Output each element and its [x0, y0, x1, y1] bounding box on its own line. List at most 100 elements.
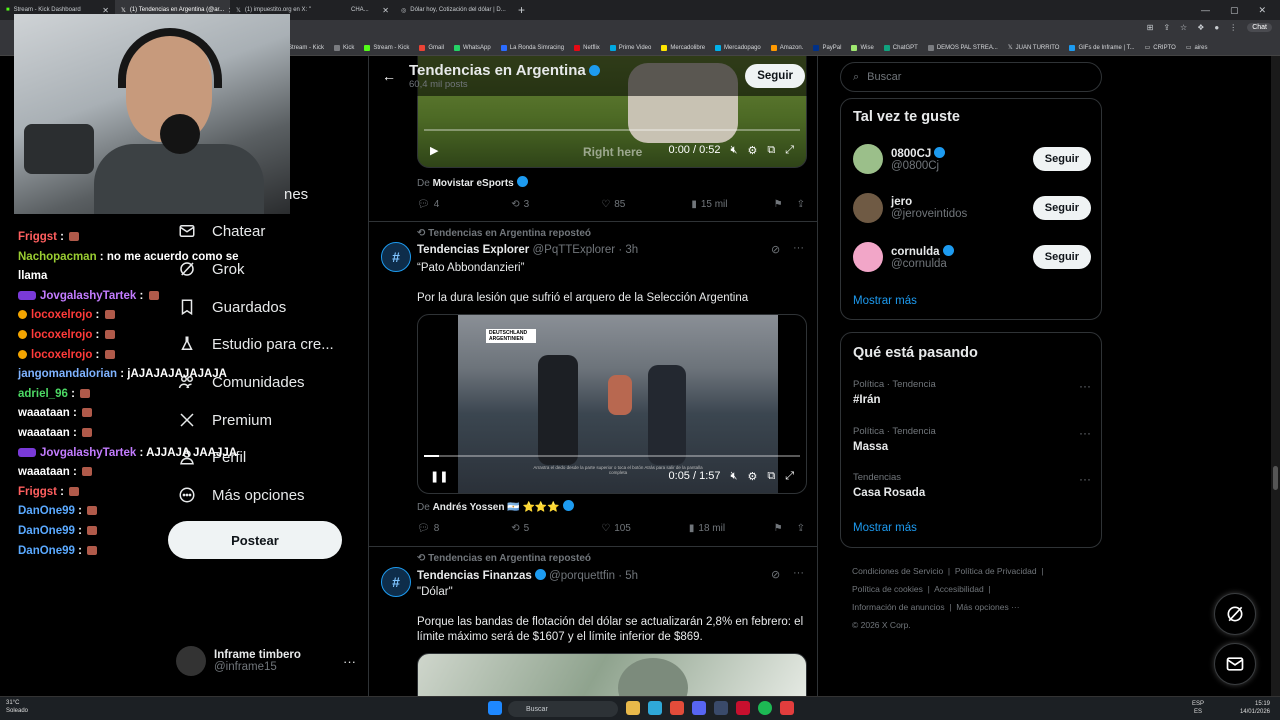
bookmark[interactable]: WhatsApp — [454, 44, 491, 51]
fullscreen-icon[interactable]: ⤢ — [785, 470, 794, 483]
browser-tab[interactable]: CHA... ✕ — [345, 0, 395, 20]
show-more-link[interactable]: Mostrar más — [853, 522, 917, 534]
settings-icon[interactable]: ⚙ — [747, 144, 757, 157]
scrollbar[interactable] — [1271, 56, 1280, 696]
share-icon[interactable]: ⇪ — [1163, 23, 1170, 32]
taskbar-search[interactable]: Buscar — [508, 701, 618, 717]
chat-button[interactable]: Chat — [1247, 23, 1272, 32]
follow-button[interactable]: Seguir — [1032, 147, 1091, 171]
chat-username[interactable]: jangomandalorian — [18, 368, 117, 380]
bookmark-button[interactable]: ⚑ — [774, 199, 783, 210]
author-name[interactable]: Tendencias Explorer — [417, 244, 529, 256]
avatar[interactable]: # — [381, 242, 411, 272]
like-button[interactable]: ♡ 105 — [601, 523, 631, 534]
settings-icon[interactable]: ⚙ — [747, 470, 757, 483]
follow-button[interactable]: Seguir — [745, 64, 805, 88]
close-tab-icon[interactable]: ✕ — [382, 6, 389, 15]
language-indicator[interactable]: ESP ES — [1192, 700, 1204, 716]
show-more-link[interactable]: Mostrar más — [853, 295, 917, 307]
extensions-icon[interactable]: ❖ — [1197, 23, 1204, 32]
repost-button[interactable]: ⟲ 3 — [511, 199, 529, 210]
nav-item-partial[interactable]: nes — [178, 186, 308, 203]
menu-icon[interactable]: ⋮ — [1229, 23, 1237, 32]
footer-link[interactable]: Accesibilidad — [934, 584, 984, 594]
grok-icon[interactable]: ⊘ — [771, 243, 780, 256]
bookmark[interactable]: GIFs de Inframe | T... — [1069, 44, 1135, 51]
app-icon[interactable] — [736, 701, 750, 715]
grok-fab[interactable] — [1214, 593, 1256, 635]
chat-username[interactable]: Friggst — [18, 486, 57, 498]
bookmark[interactable]: Mercadopago — [715, 44, 761, 51]
app-icon[interactable] — [780, 701, 794, 715]
chat-username[interactable]: JovgalashyTartek — [40, 290, 136, 302]
chat-username[interactable]: DanOne99 — [18, 505, 75, 517]
fullscreen-icon[interactable]: ⤢ — [785, 144, 794, 157]
suggestion-row[interactable]: jero @jeroveintidos Seguir — [853, 190, 1091, 226]
video-player[interactable]: DEUTSCHLAND ARGENTINIEN Arrastra el dedo… — [417, 314, 807, 494]
grok-icon[interactable]: ⊘ — [771, 568, 780, 581]
chat-username[interactable]: Friggst — [18, 231, 57, 243]
star-icon[interactable]: ☆ — [1180, 23, 1187, 32]
chat-username[interactable]: locoxelrojo — [31, 349, 92, 361]
pip-icon[interactable]: ⧉ — [767, 144, 775, 157]
weather-widget[interactable]: 31°C Soleado — [6, 699, 28, 715]
footer-link[interactable]: Condiciones de Servicio — [852, 566, 943, 576]
mute-icon[interactable]: 🔇︎ — [731, 144, 738, 157]
reply-button[interactable]: 💬︎ 8 — [417, 523, 439, 534]
profile-icon[interactable]: ● — [1214, 23, 1219, 32]
chat-username[interactable]: Nachopacman — [18, 251, 97, 263]
mute-icon[interactable]: 🔇︎ — [731, 470, 738, 483]
bookmark[interactable]: Prime Video — [609, 44, 651, 51]
steam-icon[interactable] — [714, 701, 728, 715]
bookmark[interactable]: Wise — [851, 44, 874, 51]
footer-link[interactable]: Política de cookies — [852, 584, 923, 594]
maximize-icon[interactable]: ▢ — [1230, 5, 1239, 16]
bookmark[interactable]: Netflix — [574, 44, 600, 51]
share-button[interactable]: ⇪ — [797, 199, 805, 210]
chat-username[interactable]: waaataan — [18, 427, 70, 439]
chat-username[interactable]: locoxelrojo — [31, 309, 92, 321]
bookmark[interactable]: La Ronda Simracing — [500, 44, 564, 51]
more-icon[interactable]: ··· — [343, 654, 356, 669]
chat-username[interactable]: locoxelrojo — [31, 329, 92, 341]
windows-start-icon[interactable] — [488, 701, 502, 715]
footer-link[interactable]: Política de Privacidad — [955, 566, 1037, 576]
bookmark[interactable]: DEMOS PAL STREA... — [927, 44, 998, 51]
suggestion-row[interactable]: cornulda @cornulda Seguir — [853, 239, 1091, 275]
trend-item[interactable]: Política · Tendencia Massa ··· — [853, 426, 1091, 453]
more-icon[interactable]: ··· — [793, 242, 804, 254]
pause-icon[interactable]: ❚❚ — [430, 470, 448, 483]
views-button[interactable]: ▮ 15 mil — [691, 199, 727, 210]
chat-username[interactable]: JovgalashyTartek — [40, 447, 136, 459]
trend-item[interactable]: Política · Tendencia #Irán ··· — [853, 379, 1091, 406]
edge-icon[interactable] — [648, 701, 662, 715]
bookmark[interactable]: Stream - Kick — [364, 44, 409, 51]
more-icon[interactable]: ··· — [793, 567, 804, 579]
chat-username[interactable]: waaataan — [18, 407, 70, 419]
bookmark[interactable]: Gmail — [419, 44, 444, 51]
trend-item[interactable]: Tendencias Casa Rosada ··· — [853, 472, 1091, 499]
chat-username[interactable]: adriel_96 — [18, 388, 68, 400]
scrollbar-thumb[interactable] — [1273, 466, 1278, 490]
more-icon[interactable]: ··· — [1079, 379, 1091, 393]
follow-button[interactable]: Seguir — [1032, 245, 1091, 269]
repost-button[interactable]: ⟲ 5 — [511, 523, 529, 534]
like-button[interactable]: ♡ 85 — [601, 199, 625, 210]
bookmark[interactable]: ChatGPT — [883, 44, 918, 51]
minimize-icon[interactable]: — — [1201, 5, 1210, 16]
new-tab-button[interactable]: + — [510, 3, 533, 17]
more-icon[interactable]: ··· — [1079, 472, 1091, 486]
chat-username[interactable]: DanOne99 — [18, 525, 75, 537]
bookmark[interactable]: Amazon. — [770, 44, 803, 51]
tweet-image[interactable] — [417, 653, 807, 696]
messages-fab[interactable] — [1214, 643, 1256, 685]
bookmark[interactable]: Stream - Kick — [288, 45, 324, 51]
share-button[interactable]: ⇪ — [797, 523, 805, 534]
bookmark-folder[interactable]: ▭ CRIPTO — [1145, 44, 1176, 52]
chrome-icon[interactable] — [670, 701, 684, 715]
suggestion-row[interactable]: 0800CJ @0800Cj Seguir — [853, 141, 1091, 177]
more-icon[interactable]: ··· — [1079, 426, 1091, 440]
follow-button[interactable]: Seguir — [1032, 196, 1091, 220]
bookmark[interactable]: 𝕏 JUAN TURRITO — [1008, 44, 1060, 52]
chat-username[interactable]: waaataan — [18, 466, 70, 478]
